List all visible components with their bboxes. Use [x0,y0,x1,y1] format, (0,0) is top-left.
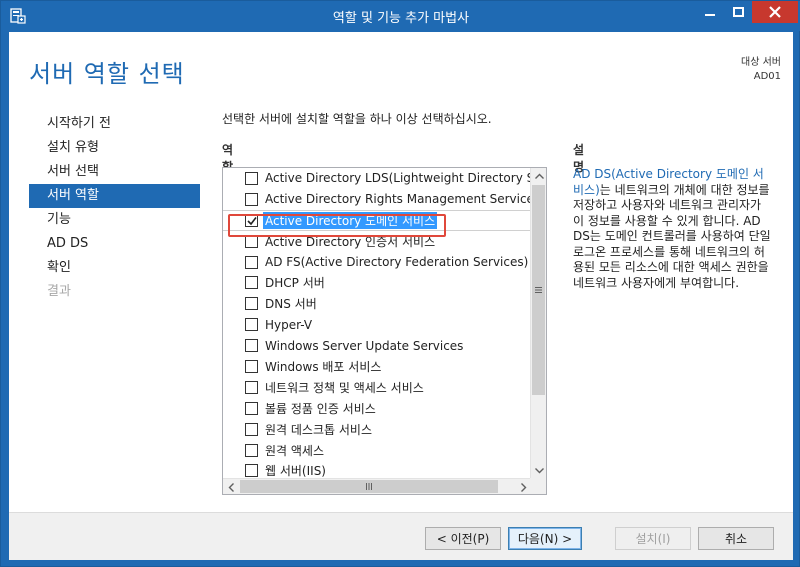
role-label: 네트워크 정책 및 액세스 서비스 [265,380,424,395]
roles-listbox[interactable]: Active Directory LDS(Lightweight Directo… [222,167,547,495]
role-checkbox[interactable] [245,318,258,332]
close-icon [769,6,781,18]
grip-icon [535,287,542,293]
scroll-left-button[interactable] [223,479,239,494]
role-row[interactable]: Windows Server Update Services [223,335,532,356]
instruction-text: 선택한 서버에 설치할 역할을 하나 이상 선택하십시오. [222,112,492,126]
previous-button[interactable]: < 이전(P) [425,527,501,550]
role-checkbox[interactable] [245,171,258,185]
chevron-right-icon [521,482,527,492]
wizard-step-nav: 시작하기 전 설치 유형 서버 선택 서버 역할 기능 AD DS 확인 결과 [29,112,200,304]
role-checkbox[interactable] [245,422,258,436]
role-row[interactable]: Windows 배포 서비스 [223,356,532,377]
cancel-button[interactable]: 취소 [698,527,774,550]
scrollbar-corner [530,478,546,494]
nav-step-ad-ds[interactable]: AD DS [29,232,200,256]
destination-server-info: 대상 서버 AD01 [741,56,781,84]
nav-step-confirmation[interactable]: 확인 [29,256,200,280]
nav-step-server-roles[interactable]: 서버 역할 [29,184,200,208]
destination-server-name: AD01 [753,71,781,82]
role-row[interactable]: Active Directory Rights Management Servi… [223,189,532,210]
role-row[interactable]: DNS 서버 [223,293,532,314]
vertical-scroll-thumb[interactable] [532,185,545,395]
wizard-content: 서버 역할 선택 대상 서버 AD01 시작하기 전 설치 유형 서버 선택 서… [9,32,793,560]
destination-label: 대상 서버 [741,57,781,68]
role-label: 웹 서버(IIS) [265,464,326,479]
role-description: AD DS(Active Directory 도메인 서비스)는 네트워크의 개… [573,167,773,291]
title-bar[interactable]: 역할 및 기능 추가 마법사 [1,1,800,31]
role-row[interactable]: 원격 액세스 [223,440,532,461]
role-row[interactable]: Active Directory LDS(Lightweight Directo… [223,168,532,189]
scroll-down-button[interactable] [531,463,546,479]
nav-step-features[interactable]: 기능 [29,208,200,232]
role-row[interactable]: 볼륨 정품 인증 서비스 [223,398,532,419]
role-row[interactable]: Hyper-V [223,314,532,335]
role-row[interactable]: DHCP 서버 [223,272,532,293]
role-row[interactable]: 웹 서버(IIS) [223,460,532,479]
window-title: 역할 및 기능 추가 마법사 [332,11,470,26]
maximize-button[interactable] [725,1,752,23]
minimize-icon [705,14,715,16]
maximize-icon [733,7,744,17]
nav-step-before-you-begin[interactable]: 시작하기 전 [29,112,200,136]
role-label: AD FS(Active Directory Federation Servic… [265,255,529,269]
wizard-footer: < 이전(P) 다음(N) > 설치(I) 취소 [9,512,793,560]
install-button: 설치(I) [615,527,691,550]
scroll-up-button[interactable] [531,168,546,184]
grip-icon [366,483,372,490]
page-title: 서버 역할 선택 [29,60,185,88]
description-body: 는 네트워크의 개체에 대한 정보를 저장하고 사용자와 네트워크 관리자가 이… [573,182,771,290]
chevron-up-icon [534,173,544,179]
role-row[interactable]: AD FS(Active Directory Federation Servic… [223,252,532,273]
role-label: 볼륨 정품 인증 서비스 [265,401,376,416]
role-row[interactable]: 네트워크 정책 및 액세스 서비스 [223,377,532,398]
role-checkbox[interactable] [245,297,258,311]
role-label: Hyper-V [265,317,313,332]
horizontal-scrollbar[interactable] [223,478,532,494]
role-label: Windows Server Update Services [265,338,464,353]
chevron-down-icon [534,468,544,474]
close-button[interactable] [752,1,798,23]
vertical-scrollbar[interactable] [530,168,546,479]
role-checkbox[interactable] [245,380,258,394]
role-label: 원격 액세스 [265,443,325,458]
role-label: Windows 배포 서비스 [265,359,382,374]
role-checkbox[interactable] [245,276,258,290]
nav-step-results: 결과 [47,284,71,299]
role-checkbox[interactable] [245,443,258,457]
chevron-left-icon [228,482,234,492]
role-checkbox[interactable] [245,359,258,373]
wizard-window: 역할 및 기능 추가 마법사 서버 역할 선택 대상 서버 AD01 시작하기 … [0,0,800,567]
nav-step-server-selection[interactable]: 서버 선택 [29,160,200,184]
minimize-button[interactable] [695,1,725,23]
role-checkbox[interactable] [245,339,258,353]
role-row[interactable]: 원격 데스크톱 서비스 [223,419,532,440]
annotation-highlight-box [228,214,446,237]
next-button[interactable]: 다음(N) > [508,527,582,550]
role-label: 원격 데스크톱 서비스 [265,422,372,437]
role-checkbox[interactable] [245,464,258,478]
role-label: DNS 서버 [265,297,317,312]
role-checkbox[interactable] [245,401,258,415]
nav-step-installation-type[interactable]: 설치 유형 [29,136,200,160]
role-checkbox[interactable] [245,192,258,206]
role-label: DHCP 서버 [265,276,325,291]
horizontal-scroll-thumb[interactable] [240,480,498,493]
role-label: Active Directory Rights Management Servi… [265,192,532,207]
role-checkbox[interactable] [245,255,258,269]
role-label: Active Directory LDS(Lightweight Directo… [265,171,532,186]
